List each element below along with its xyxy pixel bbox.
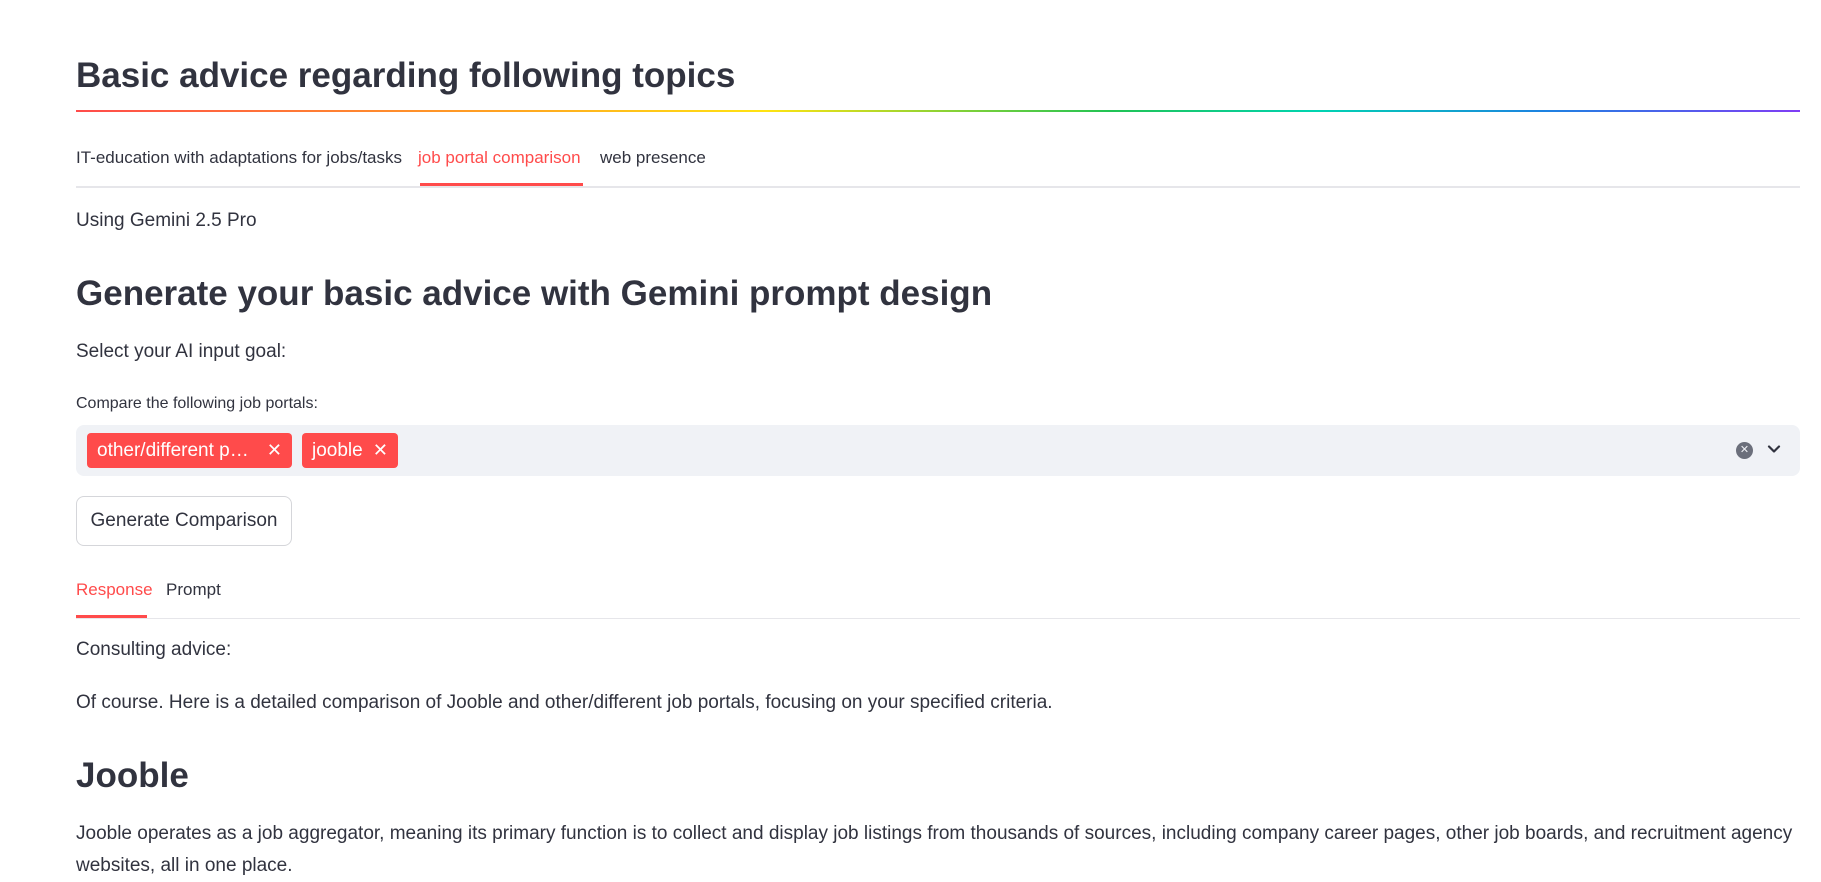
close-icon[interactable]: ✕ [267, 433, 282, 468]
response-heading: Consulting advice: [76, 639, 232, 660]
chip-label: other/different p… [97, 440, 249, 461]
chip-label: jooble [312, 440, 363, 461]
tab-job-portal-comparison[interactable]: job portal comparison [418, 148, 581, 168]
multiselect-label: Compare the following job portals: [76, 395, 318, 412]
section-title: Generate your basic advice with Gemini p… [76, 274, 993, 313]
job-portal-multiselect[interactable]: other/different p… ✕ jooble ✕ ✕ [76, 425, 1800, 476]
topic-tab-bar: IT-education with adaptations for jobs/t… [76, 144, 1800, 188]
result-tab-bar: Response Prompt [76, 578, 1800, 619]
header-divider [76, 110, 1800, 112]
response-intro: Of course. Here is a detailed comparison… [76, 692, 1053, 713]
response-paragraph: Jooble operates as a job aggregator, mea… [76, 823, 1793, 876]
response-subheading: Jooble [76, 756, 189, 795]
tab-web-presence[interactable]: web presence [600, 148, 706, 168]
active-tab-indicator [76, 615, 147, 618]
clear-all-icon[interactable]: ✕ [1736, 442, 1753, 459]
selected-chip-other: other/different p… ✕ [87, 433, 292, 468]
chevron-down-icon[interactable] [1764, 439, 1784, 459]
page-title: Basic advice regarding following topics [76, 56, 736, 95]
tab-it-education[interactable]: IT-education with adaptations for jobs/t… [76, 148, 402, 168]
selected-chip-jooble: jooble ✕ [302, 433, 398, 468]
tab-response[interactable]: Response [76, 580, 153, 600]
tab-prompt[interactable]: Prompt [166, 580, 221, 600]
generate-comparison-button[interactable]: Generate Comparison [76, 496, 292, 546]
model-info: Using Gemini 2.5 Pro [76, 210, 257, 231]
close-icon[interactable]: ✕ [373, 433, 388, 468]
active-tab-indicator [420, 183, 583, 186]
goal-label: Select your AI input goal: [76, 341, 287, 362]
